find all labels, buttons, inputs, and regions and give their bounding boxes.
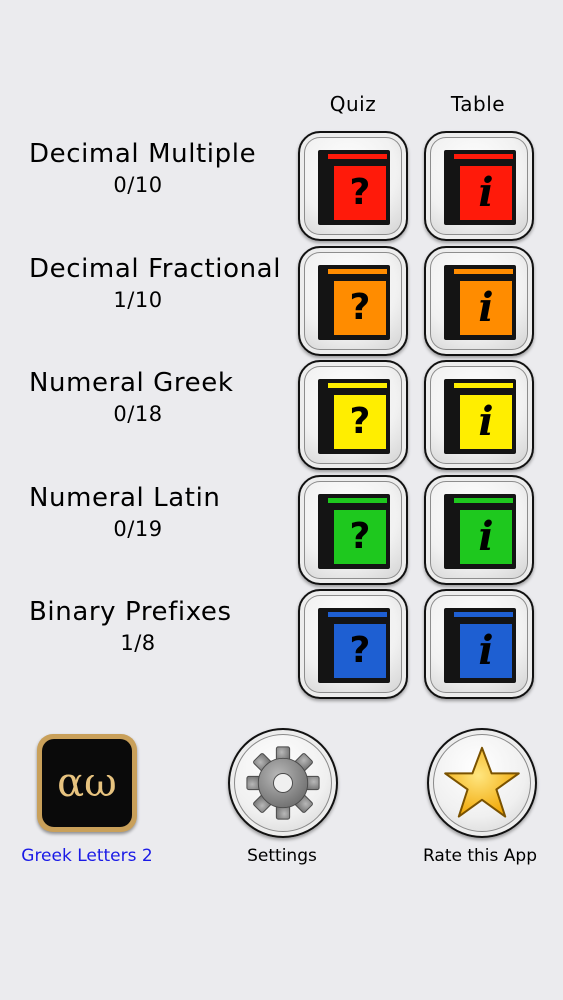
quiz-book-icon: ?: [318, 150, 390, 225]
info-icon: i: [478, 513, 494, 560]
row-title: Numeral Greek: [29, 368, 234, 398]
column-header-table: Table: [450, 92, 506, 116]
quiz-button[interactable]: ?: [298, 360, 408, 470]
row-score: 0/10: [113, 173, 163, 197]
quiz-button[interactable]: ?: [298, 131, 408, 241]
question-mark-icon: ?: [349, 630, 371, 671]
gear-icon: [246, 746, 320, 820]
row-title: Numeral Latin: [29, 483, 221, 513]
quiz-book-icon: ?: [318, 265, 390, 340]
alpha-omega-icon: αω: [42, 739, 132, 827]
table-book-icon: i: [444, 494, 516, 569]
table-book-icon: i: [444, 608, 516, 683]
rate-app-label: Rate this App: [422, 846, 538, 866]
question-mark-icon: ?: [349, 516, 371, 557]
quiz-button[interactable]: ?: [298, 589, 408, 699]
row-title: Decimal Fractional: [29, 254, 282, 284]
rate-app-button[interactable]: [427, 728, 537, 838]
table-book-icon: i: [444, 150, 516, 225]
question-mark-icon: ?: [349, 401, 371, 442]
settings-label: Settings: [247, 846, 317, 866]
info-icon: i: [478, 169, 494, 216]
row-title: Binary Prefixes: [29, 597, 232, 627]
greek-letters-app-icon[interactable]: αω: [37, 734, 137, 832]
info-icon: i: [478, 627, 494, 674]
table-book-icon: i: [444, 379, 516, 454]
quiz-book-icon: ?: [318, 608, 390, 683]
info-icon: i: [478, 284, 494, 331]
greek-letters-link[interactable]: Greek Letters 2: [20, 846, 154, 866]
table-button[interactable]: i: [424, 475, 534, 585]
row-score: 0/18: [113, 402, 163, 426]
column-header-quiz: Quiz: [329, 92, 377, 116]
table-button[interactable]: i: [424, 246, 534, 356]
row-score: 0/19: [113, 517, 163, 541]
settings-button[interactable]: [228, 728, 338, 838]
row-score: 1/8: [120, 631, 156, 655]
table-button[interactable]: i: [424, 589, 534, 699]
question-mark-icon: ?: [349, 287, 371, 328]
table-button[interactable]: i: [424, 131, 534, 241]
table-book-icon: i: [444, 265, 516, 340]
row-score: 1/10: [113, 288, 163, 312]
quiz-button[interactable]: ?: [298, 475, 408, 585]
info-icon: i: [478, 398, 494, 445]
quiz-book-icon: ?: [318, 494, 390, 569]
row-title: Decimal Multiple: [29, 139, 257, 169]
star-icon: [444, 746, 520, 818]
quiz-book-icon: ?: [318, 379, 390, 454]
quiz-button[interactable]: ?: [298, 246, 408, 356]
table-button[interactable]: i: [424, 360, 534, 470]
question-mark-icon: ?: [349, 172, 371, 213]
